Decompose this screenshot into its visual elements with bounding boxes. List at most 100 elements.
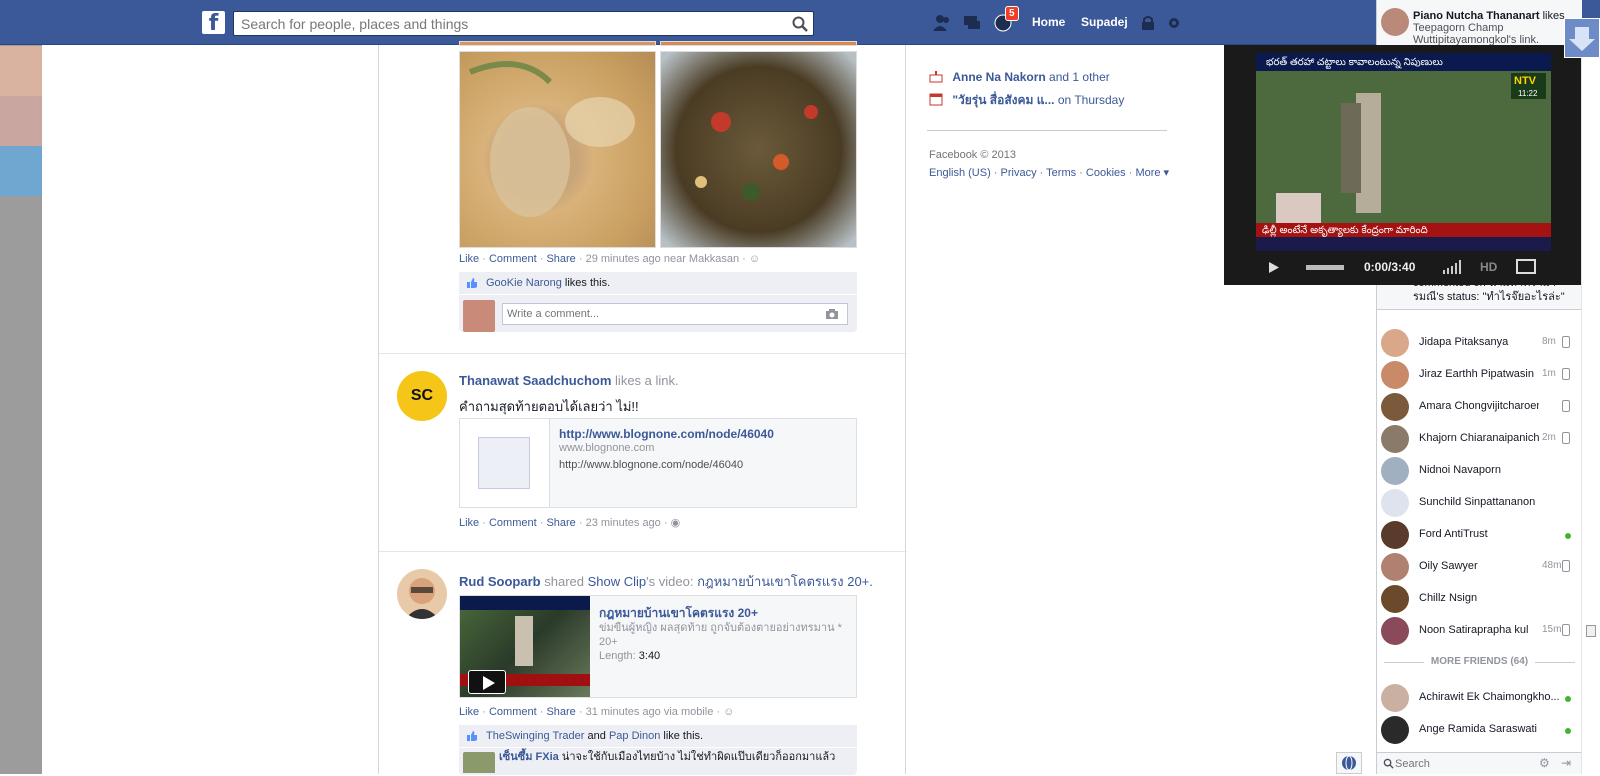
- comment-input[interactable]: [502, 303, 848, 325]
- home-link[interactable]: Home: [1032, 15, 1065, 29]
- author-name[interactable]: Thanawat Saadchuchom: [459, 373, 611, 388]
- video-length: Length: 3:40: [599, 650, 660, 662]
- chat-friend-row[interactable]: Jidapa Pitaksanya 8m: [1377, 327, 1582, 359]
- author-name[interactable]: Rud Sooparb: [459, 574, 541, 589]
- friend-last-active: 2m: [1542, 432, 1556, 443]
- arrow-down-icon: [1569, 27, 1595, 51]
- video-title-link[interactable]: กฎหมายบ้านเขาโคตรแรง 20+.: [697, 574, 873, 589]
- footer-link-more[interactable]: More: [1135, 167, 1160, 179]
- chat-friend-row[interactable]: Achirawit Ek Chaimongkho...: [1377, 682, 1582, 714]
- scrollbar[interactable]: [1581, 45, 1600, 774]
- friend-last-active: 48m: [1542, 560, 1562, 571]
- photo-top-left[interactable]: [459, 41, 656, 46]
- footer-link-cookies[interactable]: Cookies: [1086, 167, 1126, 179]
- video-progress-track[interactable]: [1306, 265, 1344, 270]
- friend-requests-icon[interactable]: [932, 13, 952, 33]
- play-button[interactable]: [468, 670, 506, 694]
- play-icon[interactable]: [1268, 261, 1280, 274]
- share-link[interactable]: Share: [546, 253, 575, 265]
- rail-avatar-3[interactable]: [0, 146, 42, 196]
- comment-link[interactable]: Comment: [489, 253, 537, 265]
- video-thumbnail[interactable]: [460, 596, 590, 697]
- chat-friend-row[interactable]: Sunchild Sinpattananon: [1377, 487, 1582, 519]
- like-link[interactable]: Like: [459, 517, 479, 529]
- shared-page-link[interactable]: Show Clip: [588, 574, 647, 589]
- search-icon[interactable]: [791, 15, 809, 33]
- facebook-logo[interactable]: f: [202, 11, 225, 36]
- share-link[interactable]: Share: [546, 517, 575, 529]
- photo-soup[interactable]: [459, 51, 656, 248]
- comment-link[interactable]: Comment: [489, 517, 537, 529]
- chat-friend-row[interactable]: Chillz Nsign: [1377, 583, 1582, 615]
- commenter-name[interactable]: เซ็นซึ้ม FXia: [499, 751, 559, 763]
- ticker-avatar[interactable]: [1381, 8, 1409, 36]
- chat-search-input[interactable]: [1395, 755, 1525, 772]
- search-input[interactable]: [234, 12, 774, 35]
- link-title[interactable]: http://www.blognone.com/node/46040: [559, 427, 774, 441]
- link-attachment[interactable]: http://www.blognone.com/node/46040 www.b…: [459, 418, 857, 508]
- like-link[interactable]: Like: [459, 253, 479, 265]
- friends-audience-icon[interactable]: ☺: [723, 706, 734, 718]
- story2-message: คำถามสุดท้ายตอบได้เลยว่า ไม่!!: [459, 399, 639, 414]
- profile-link[interactable]: Supadej: [1081, 15, 1128, 29]
- chat-friend-row[interactable]: Nidnoi Navaporn: [1377, 455, 1582, 487]
- event-person-link[interactable]: Anne Na Nakorn: [952, 70, 1045, 84]
- video-attachment[interactable]: กฎหมายบ้านเขาโคตรแรง 20+ ข่มขืนผู้หญิง ผ…: [459, 595, 857, 698]
- footer-link-terms[interactable]: Terms: [1046, 167, 1076, 179]
- footer-link-privacy[interactable]: Privacy: [1001, 167, 1037, 179]
- chat-friend-row[interactable]: Ange Ramida Saraswati: [1377, 714, 1582, 746]
- like-link[interactable]: Like: [459, 706, 479, 718]
- event-row-1[interactable]: Anne Na Nakorn and 1 other: [929, 69, 1110, 84]
- chat-options-gear-icon[interactable]: ⚙: [1539, 756, 1550, 770]
- chat-popout-icon[interactable]: ⇥: [1561, 756, 1571, 770]
- friend-avatar: [1381, 553, 1409, 581]
- chat-friend-row[interactable]: Noon Satiraprapha kul 15m: [1377, 615, 1582, 647]
- chat-friend-row[interactable]: Jiraz Earthh Pipatwasin 1m: [1377, 359, 1582, 391]
- rail-avatar-1[interactable]: [0, 46, 42, 96]
- author-avatar[interactable]: [397, 569, 447, 619]
- search-icon: [1383, 758, 1394, 769]
- friend-avatar: [1381, 361, 1409, 389]
- ticker-story-1[interactable]: Piano Nutcha Thananart likes Teepagorn C…: [1413, 10, 1578, 46]
- comment-link[interactable]: Comment: [489, 706, 537, 718]
- event-row-2[interactable]: "วัยรุ่น สื่อสังคม แ... on Thursday: [929, 91, 1124, 110]
- left-rail: [0, 0, 42, 774]
- play-icon: [483, 676, 495, 690]
- video-frame[interactable]: భరత్ తరహా చట్టాలు కావాలంటున్న నిపుణులు N…: [1256, 53, 1551, 251]
- photo-top-right[interactable]: [660, 41, 857, 46]
- footer-link-language[interactable]: English (US): [929, 167, 991, 179]
- author-avatar[interactable]: SC: [397, 371, 447, 421]
- camera-icon[interactable]: [825, 308, 839, 320]
- share-link[interactable]: Share: [546, 706, 575, 718]
- liker-name[interactable]: TheSwinging Trader: [486, 730, 584, 742]
- chat-friend-row[interactable]: Ford AntiTrust: [1377, 519, 1582, 551]
- messages-icon[interactable]: [962, 13, 982, 33]
- friends-audience-icon[interactable]: ☺: [749, 253, 760, 265]
- friend-last-active: 1m: [1542, 368, 1556, 379]
- volume-bars-icon[interactable]: [1442, 260, 1464, 274]
- chat-friend-row[interactable]: Amara Chongvijitcharoen: [1377, 391, 1582, 423]
- mobile-icon: [1562, 336, 1570, 348]
- event-title-link[interactable]: "วัยรุ่น สื่อสังคม แ...: [952, 93, 1054, 107]
- likes-and: and: [587, 730, 606, 742]
- privacy-lock-icon[interactable]: [1140, 15, 1156, 31]
- photo-stirfry[interactable]: [660, 51, 857, 248]
- language-globe-button[interactable]: [1336, 752, 1362, 774]
- settings-gear-icon[interactable]: [1166, 15, 1182, 31]
- commenter-avatar[interactable]: [463, 752, 495, 773]
- chat-friend-row[interactable]: Oily Sawyer 48m: [1377, 551, 1582, 583]
- liker-name[interactable]: Pap Dinon: [609, 730, 660, 742]
- fullscreen-icon[interactable]: [1516, 259, 1536, 274]
- public-globe-icon[interactable]: ◉: [671, 517, 681, 529]
- hd-toggle[interactable]: HD: [1480, 260, 1497, 274]
- chat-friend-row[interactable]: Khajorn Chiaranaipanich 2m: [1377, 423, 1582, 455]
- scrollbar-thumb[interactable]: [1586, 625, 1596, 637]
- chevron-down-icon[interactable]: ▾: [1161, 167, 1170, 179]
- scroll-to-top-button[interactable]: [1564, 18, 1600, 58]
- footer-copyright: Facebook © 2013: [929, 149, 1016, 161]
- video-clock: 11:22: [1518, 89, 1538, 98]
- story2-meta: · 23 minutes ago ·: [578, 517, 668, 529]
- liker-name[interactable]: GooKie Narong: [486, 277, 562, 289]
- rail-avatar-2[interactable]: [0, 96, 42, 146]
- video-preview-overlay[interactable]: భరత్ తరహా చట్టాలు కావాలంటున్న నిపుణులు N…: [1224, 45, 1582, 285]
